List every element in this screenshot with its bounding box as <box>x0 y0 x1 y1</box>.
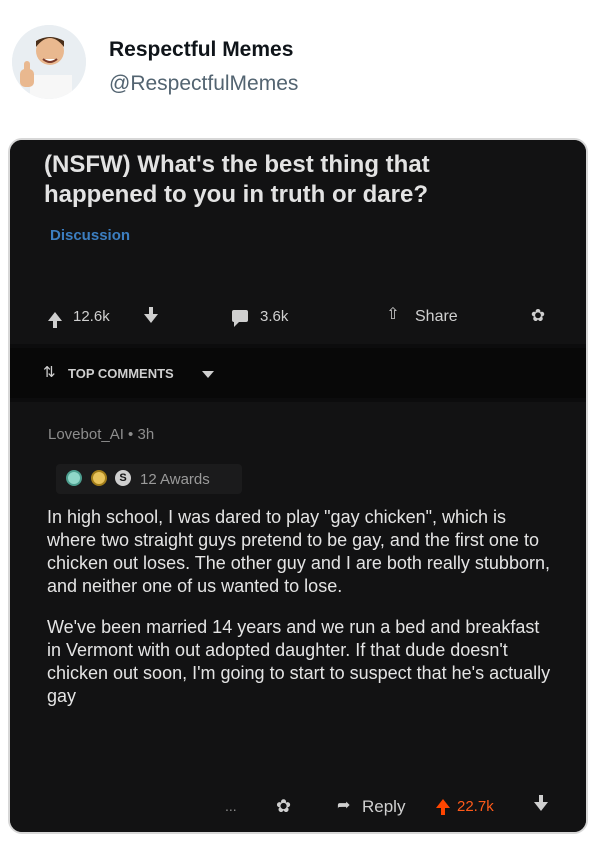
top-comment: Lovebot_AI • 3h S 12 Awards In high scho… <box>10 402 586 832</box>
downvote-icon-stem <box>149 307 153 314</box>
award-badge-icon <box>91 470 107 486</box>
avatar[interactable] <box>12 25 86 99</box>
upvote-icon <box>48 312 62 321</box>
upvote-icon <box>436 799 450 808</box>
award-badge-icon: S <box>115 470 131 486</box>
comment-paragraph: We've been married 14 years and we run a… <box>47 617 551 706</box>
sort-bar: ⇅ TOP COMMENTS <box>10 348 586 398</box>
share-label: Share <box>415 308 458 325</box>
sort-label: TOP COMMENTS <box>68 366 174 381</box>
author-name[interactable]: Respectful Memes <box>109 38 293 62</box>
comment-actions: ... ✿ ➦ Reply 22.7k <box>10 792 586 826</box>
comment-body: In high school, I was dared to play "gay… <box>47 506 557 726</box>
embedded-screenshot: (NSFW) What's the best thing that happen… <box>8 138 588 834</box>
comment-paragraph: In high school, I was dared to play "gay… <box>47 507 550 596</box>
tweet-header: Respectful Memes @RespectfulMemes <box>0 0 599 130</box>
comment-meta: Lovebot_AI • 3h <box>48 426 155 443</box>
award-icon: ✿ <box>276 796 292 816</box>
comment-score: 22.7k <box>457 798 494 815</box>
reply-label: Reply <box>362 797 406 816</box>
sort-icon: ⇅ <box>43 364 56 381</box>
upvote-icon-stem <box>441 808 445 815</box>
chevron-down-icon <box>202 371 214 378</box>
award-icon: ✿ <box>530 306 546 325</box>
awards-count: 12 Awards <box>140 471 210 488</box>
more-options: ... <box>225 798 237 814</box>
award-badge-icon <box>66 470 82 486</box>
post-actions: 12.6k 3.6k ⇧ Share ✿ <box>10 302 586 338</box>
post-score: 12.6k <box>73 308 110 325</box>
awards-box: S 12 Awards <box>56 464 242 494</box>
downvote-icon <box>534 802 548 811</box>
comment-icon <box>232 310 248 327</box>
post-title: (NSFW) What's the best thing that happen… <box>44 151 430 208</box>
author-handle[interactable]: @RespectfulMemes <box>109 72 298 96</box>
comments-count: 3.6k <box>260 308 289 325</box>
reply-icon: ➦ <box>337 797 351 814</box>
downvote-icon <box>144 314 158 323</box>
post-card: (NSFW) What's the best thing that happen… <box>10 140 586 344</box>
upvote-icon-stem <box>53 321 57 328</box>
share-icon: ⇧ <box>386 306 400 323</box>
downvote-icon-stem <box>539 795 543 802</box>
post-flair: Discussion <box>50 227 131 244</box>
